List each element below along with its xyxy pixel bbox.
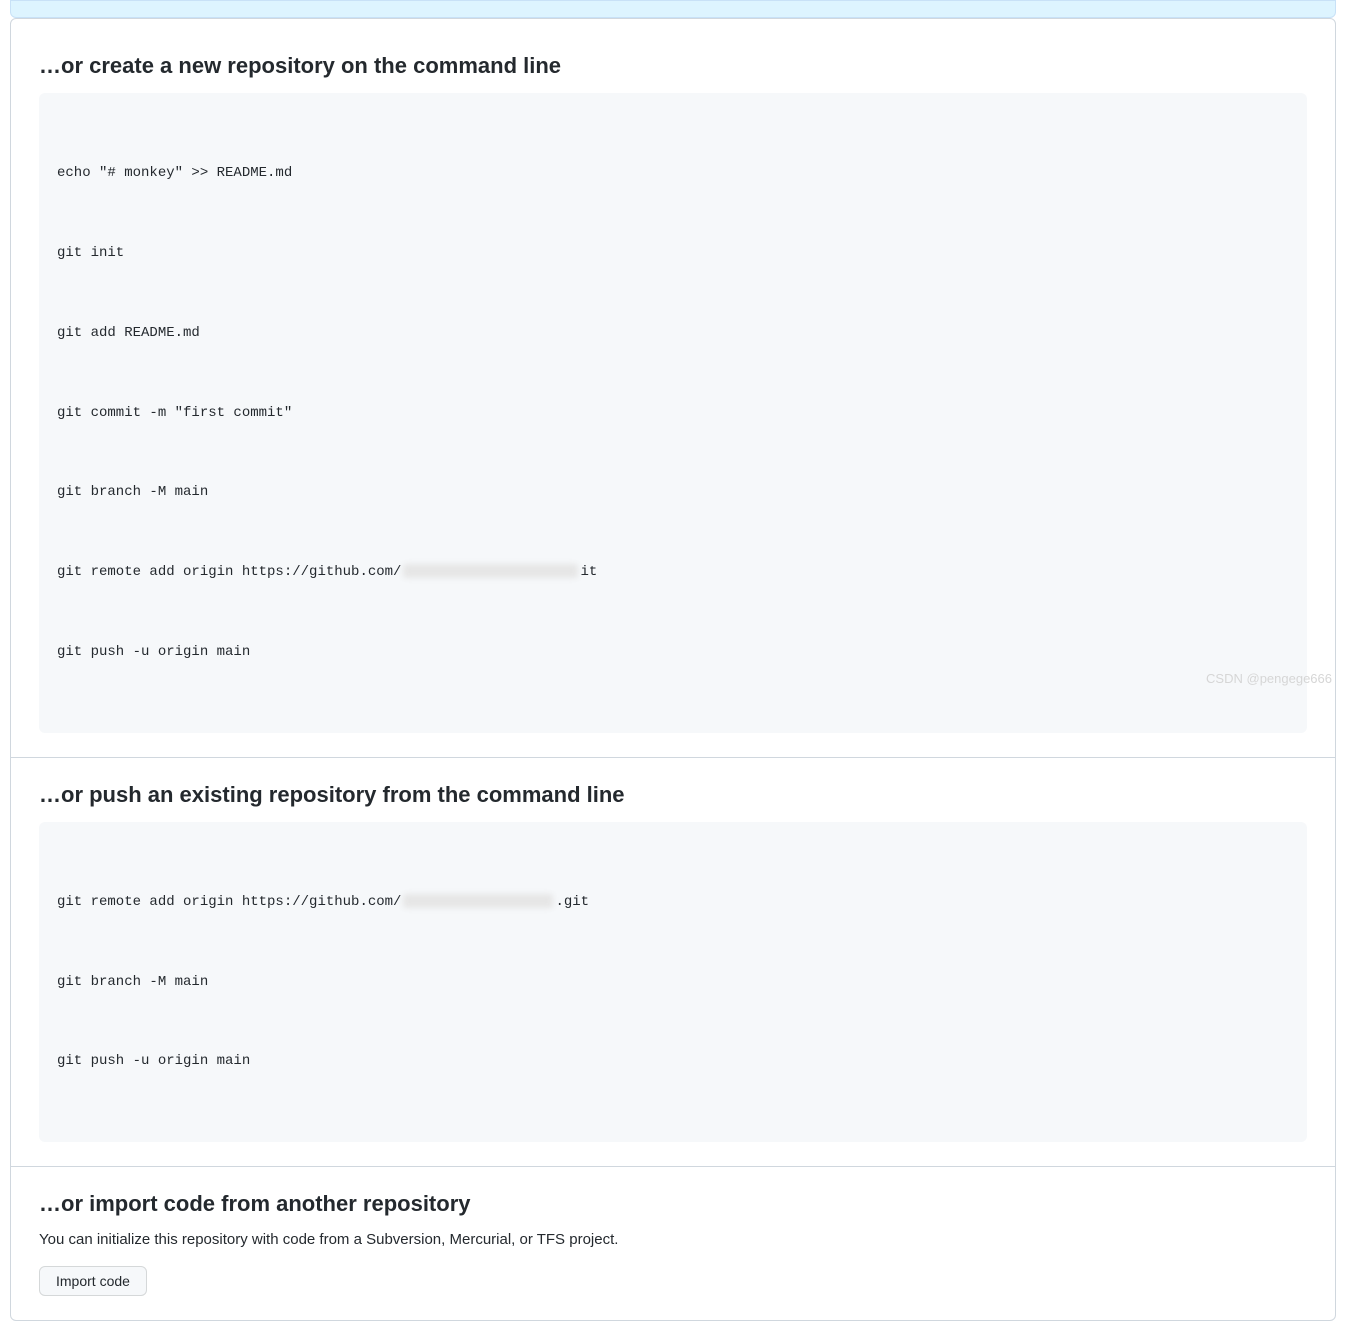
info-banner [10,0,1336,18]
import-code-description: You can initialize this repository with … [39,1231,1307,1248]
code-line: git push -u origin main [57,639,1289,666]
code-text: git remote add origin https://github.com… [57,894,401,910]
redacted-text [403,564,578,578]
code-line: git commit -m "first commit" [57,400,1289,427]
code-line: git push -u origin main [57,1048,1289,1075]
code-line: git remote add origin https://github.com… [57,889,1289,916]
push-repo-section: …or push an existing repository from the… [11,758,1335,1168]
code-line: git branch -M main [57,479,1289,506]
code-line: echo "# monkey" >> README.md [57,160,1289,187]
code-text: it [580,564,597,580]
redacted-text [403,894,553,908]
code-line: git add README.md [57,320,1289,347]
import-code-button[interactable]: Import code [39,1266,147,1296]
code-line: git branch -M main [57,969,1289,996]
setup-instructions-container: …or create a new repository on the comma… [10,18,1336,1321]
code-line: git remote add origin https://github.com… [57,559,1289,586]
import-code-heading: …or import code from another repository [39,1191,1307,1217]
create-repo-section: …or create a new repository on the comma… [11,19,1335,758]
create-repo-code-block[interactable]: echo "# monkey" >> README.md git init gi… [39,93,1307,733]
code-text: .git [555,894,589,910]
push-repo-code-block[interactable]: git remote add origin https://github.com… [39,822,1307,1143]
push-repo-heading: …or push an existing repository from the… [39,782,1307,808]
code-text: git remote add origin https://github.com… [57,564,401,580]
import-code-section: …or import code from another repository … [11,1167,1335,1320]
create-repo-heading: …or create a new repository on the comma… [39,53,1307,79]
watermark-text: CSDN @pengege666 [1206,671,1332,686]
code-line: git init [57,240,1289,267]
